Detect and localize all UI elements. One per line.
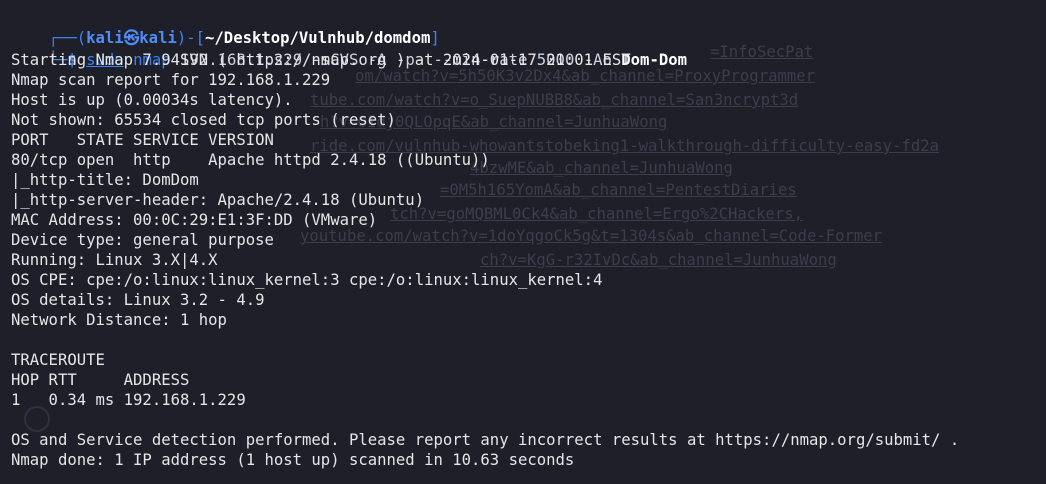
- output-line: PORT STATE SERVICE VERSION: [11, 131, 274, 149]
- cmd-target: Dom-Dom: [621, 51, 687, 69]
- output-line: OS and Service detection performed. Plea…: [11, 431, 960, 449]
- output-line: 80/tcp open http Apache httpd 2.4.18 ((U…: [11, 151, 490, 169]
- ghost-text: tch?v=goMQBML0Ck4&ab_channel=Ergo%2CHack…: [390, 205, 804, 223]
- ghost-text: youtube.com/watch?v=1doYqgoCk5g&t=1304s&…: [300, 227, 883, 245]
- ghost-text: =InfoSecPat: [710, 43, 814, 61]
- output-line: |_http-server-header: Apache/2.4.18 (Ubu…: [11, 191, 425, 209]
- output-line: OS CPE: cpe:/o:linux:linux_kernel:3 cpe:…: [11, 271, 603, 289]
- output-line: |_http-title: DomDom: [11, 171, 199, 189]
- output-line: Network Distance: 1 hop: [11, 311, 227, 329]
- ghost-text: 4bzwME&ab_channel=JunhuaWong: [470, 159, 733, 177]
- output-line: Nmap done: 1 IP address (1 host up) scan…: [11, 451, 575, 469]
- output-line: Not shown: 65534 closed tcp ports (reset…: [11, 111, 396, 129]
- output-line: HOP RTT ADDRESS: [11, 371, 190, 389]
- command-line[interactable]: └─$ sudo nmap 192.168.1.229 -sCVS -A -p-…: [11, 30, 687, 69]
- output-line: Running: Linux 3.X|4.X: [11, 251, 218, 269]
- ghost-text: =0M5h165YomA&ab_channel=PentestDiaries: [440, 181, 797, 199]
- output-line: 1 0.34 ms 192.168.1.229: [11, 391, 246, 409]
- prompt-line: ┌──(kali㉿kali)-[~/Desktop/Vulnhub/domdom…: [11, 8, 440, 47]
- output-line: Starting Nmap 7.94SVN ( https://nmap.org…: [11, 51, 631, 69]
- ghost-text: ch?v=KgG-r32IvDc&ab_channel=JunhuaWong: [480, 251, 837, 269]
- output-line: MAC Address: 00:0C:29:E1:3F:DD (VMware): [11, 211, 378, 229]
- output-line: Host is up (0.00034s latency).: [11, 91, 293, 109]
- output-line: TRACEROUTE: [11, 351, 105, 369]
- output-line: Nmap scan report for 192.168.1.229: [11, 71, 331, 89]
- output-line: Device type: general purpose: [11, 231, 274, 249]
- terminal-window[interactable]: =InfoSecPat om/watch?v=5h50K3v2Dx4&ab_ch…: [0, 0, 1046, 484]
- output-line: OS details: Linux 3.2 - 4.9: [11, 291, 265, 309]
- ghost-text: tube.com/watch?v=o_SuepNUBB8&ab_channel=…: [310, 91, 799, 109]
